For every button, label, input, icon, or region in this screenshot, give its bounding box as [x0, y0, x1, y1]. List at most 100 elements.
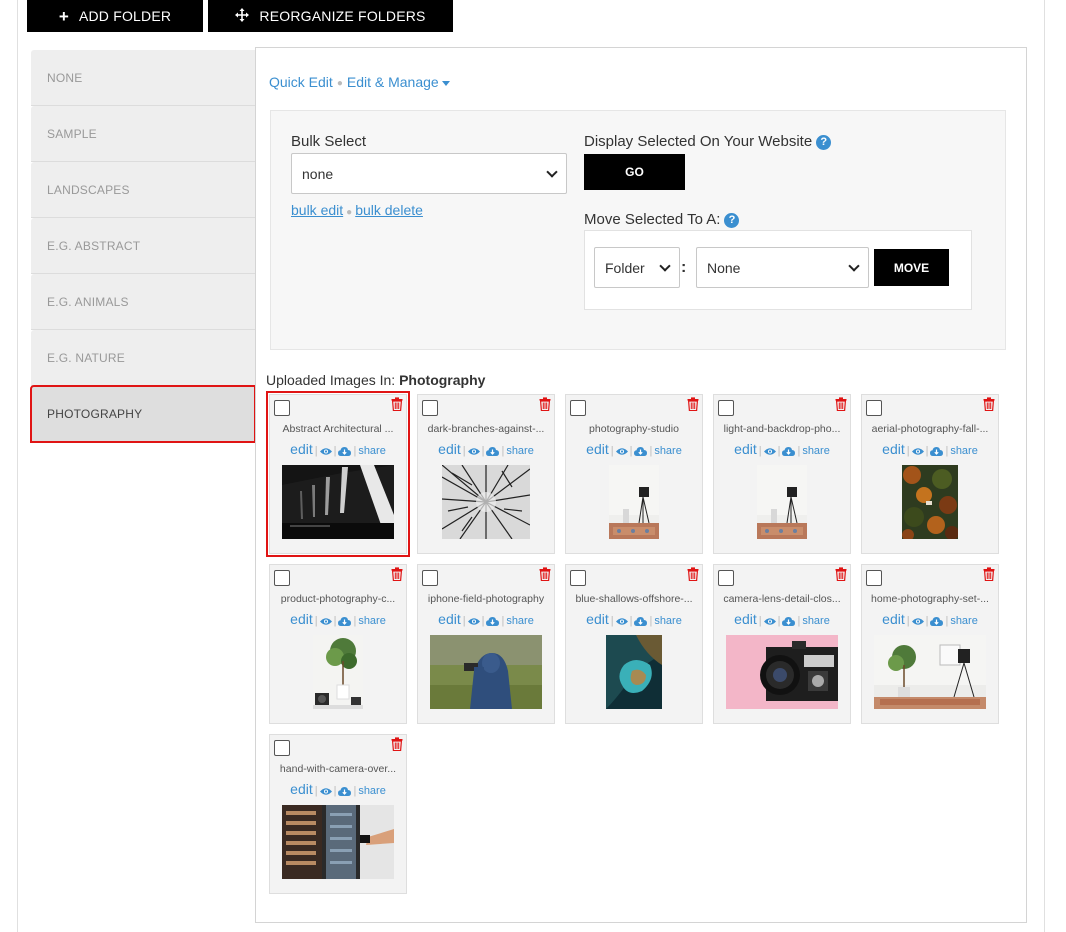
sidebar-folder-photography[interactable]: PHOTOGRAPHY	[30, 385, 256, 443]
trash-icon[interactable]	[983, 567, 995, 582]
eye-icon[interactable]	[319, 781, 332, 797]
image-thumbnail[interactable]	[902, 465, 958, 539]
eye-icon[interactable]	[763, 441, 776, 457]
move-button[interactable]: MOVE	[874, 249, 949, 286]
sidebar-folder-landscapes[interactable]: LANDSCAPES	[31, 162, 255, 218]
trash-icon[interactable]	[687, 397, 699, 412]
edit-link[interactable]: edit	[290, 781, 313, 797]
bulk-delete-link[interactable]: bulk delete	[355, 202, 423, 218]
select-checkbox[interactable]	[274, 400, 290, 416]
sidebar-folder-e-g-animals[interactable]: E.G. ANIMALS	[31, 274, 255, 330]
cloud-download-icon[interactable]	[634, 611, 648, 627]
select-checkbox[interactable]	[718, 570, 734, 586]
cloud-download-icon[interactable]	[338, 441, 352, 457]
cloud-download-icon[interactable]	[930, 441, 944, 457]
sidebar-folder-none[interactable]: NONE	[31, 50, 255, 106]
image-thumbnail[interactable]	[757, 465, 807, 539]
move-target-select[interactable]: None	[696, 247, 869, 288]
eye-icon[interactable]	[911, 441, 924, 457]
eye-icon[interactable]	[319, 441, 332, 457]
select-checkbox[interactable]	[570, 570, 586, 586]
edit-link[interactable]: edit	[438, 611, 461, 627]
move-type-select[interactable]: Folder	[594, 247, 680, 288]
eye-icon[interactable]	[467, 441, 480, 457]
eye-icon[interactable]	[467, 611, 480, 627]
reorganize-folders-button[interactable]: REORGANIZE FOLDERS	[208, 0, 453, 32]
sidebar-folder-e-g-abstract[interactable]: E.G. ABSTRACT	[31, 218, 255, 274]
edit-link[interactable]: edit	[882, 611, 905, 627]
trash-icon[interactable]	[687, 567, 699, 582]
edit-link[interactable]: edit	[586, 611, 609, 627]
share-link[interactable]: share	[950, 445, 978, 457]
edit-link[interactable]: edit	[734, 441, 757, 457]
select-checkbox[interactable]	[274, 570, 290, 586]
image-filename: aerial-photography-fall-...	[871, 423, 989, 435]
cloud-download-icon[interactable]	[486, 441, 500, 457]
eye-icon[interactable]	[763, 611, 776, 627]
cloud-download-icon[interactable]	[634, 441, 648, 457]
eye-icon[interactable]	[911, 611, 924, 627]
image-grid: Abstract Architectural ... edit | | | share da…	[266, 391, 1009, 904]
trash-icon[interactable]	[983, 397, 995, 412]
cloud-download-icon[interactable]	[782, 611, 796, 627]
edit-link[interactable]: edit	[882, 441, 905, 457]
select-checkbox[interactable]	[866, 570, 882, 586]
image-thumbnail[interactable]	[726, 635, 838, 709]
bulk-select-dropdown[interactable]: none	[291, 153, 567, 194]
select-checkbox[interactable]	[866, 400, 882, 416]
image-thumbnail[interactable]	[609, 465, 659, 539]
edit-manage-dropdown[interactable]: Edit & Manage	[347, 74, 450, 90]
select-checkbox[interactable]	[570, 400, 586, 416]
share-link[interactable]: share	[802, 445, 830, 457]
bulk-edit-link[interactable]: bulk edit	[291, 202, 343, 218]
sidebar-folder-sample[interactable]: SAMPLE	[31, 106, 255, 162]
image-thumbnail[interactable]	[313, 635, 363, 709]
image-thumbnail[interactable]	[606, 635, 662, 709]
image-thumbnail[interactable]	[874, 635, 986, 709]
cloud-download-icon[interactable]	[930, 611, 944, 627]
trash-icon[interactable]	[391, 567, 403, 582]
share-link[interactable]: share	[506, 445, 534, 457]
quick-edit-link[interactable]: Quick Edit	[269, 74, 333, 90]
cloud-download-icon[interactable]	[338, 611, 352, 627]
image-thumbnail[interactable]	[430, 635, 542, 709]
share-link[interactable]: share	[950, 615, 978, 627]
trash-icon[interactable]	[835, 567, 847, 582]
trash-icon[interactable]	[835, 397, 847, 412]
eye-icon[interactable]	[615, 611, 628, 627]
image-actions: edit | | | share	[862, 440, 998, 460]
edit-link[interactable]: edit	[438, 441, 461, 457]
edit-link[interactable]: edit	[290, 441, 313, 457]
share-link[interactable]: share	[358, 785, 386, 797]
edit-link[interactable]: edit	[290, 611, 313, 627]
sidebar-folder-e-g-nature[interactable]: E.G. NATURE	[31, 330, 255, 386]
share-link[interactable]: share	[654, 445, 682, 457]
edit-link[interactable]: edit	[586, 441, 609, 457]
edit-link[interactable]: edit	[734, 611, 757, 627]
eye-icon[interactable]	[319, 611, 332, 627]
share-link[interactable]: share	[358, 615, 386, 627]
select-checkbox[interactable]	[422, 570, 438, 586]
select-checkbox[interactable]	[718, 400, 734, 416]
trash-icon[interactable]	[539, 397, 551, 412]
select-checkbox[interactable]	[274, 740, 290, 756]
trash-icon[interactable]	[539, 567, 551, 582]
image-thumbnail[interactable]	[282, 805, 394, 879]
add-folder-button[interactable]: + ADD FOLDER	[27, 0, 203, 32]
help-icon[interactable]: ?	[816, 135, 832, 150]
share-link[interactable]: share	[506, 615, 534, 627]
trash-icon[interactable]	[391, 397, 403, 412]
cloud-download-icon[interactable]	[486, 611, 500, 627]
cloud-download-icon[interactable]	[338, 781, 352, 797]
share-link[interactable]: share	[358, 445, 386, 457]
share-link[interactable]: share	[802, 615, 830, 627]
image-thumbnail[interactable]	[442, 465, 530, 539]
go-button[interactable]: GO	[584, 154, 685, 190]
select-checkbox[interactable]	[422, 400, 438, 416]
help-icon[interactable]: ?	[724, 213, 740, 228]
share-link[interactable]: share	[654, 615, 682, 627]
eye-icon[interactable]	[615, 441, 628, 457]
trash-icon[interactable]	[391, 737, 403, 752]
image-thumbnail[interactable]	[282, 465, 394, 539]
cloud-download-icon[interactable]	[782, 441, 796, 457]
